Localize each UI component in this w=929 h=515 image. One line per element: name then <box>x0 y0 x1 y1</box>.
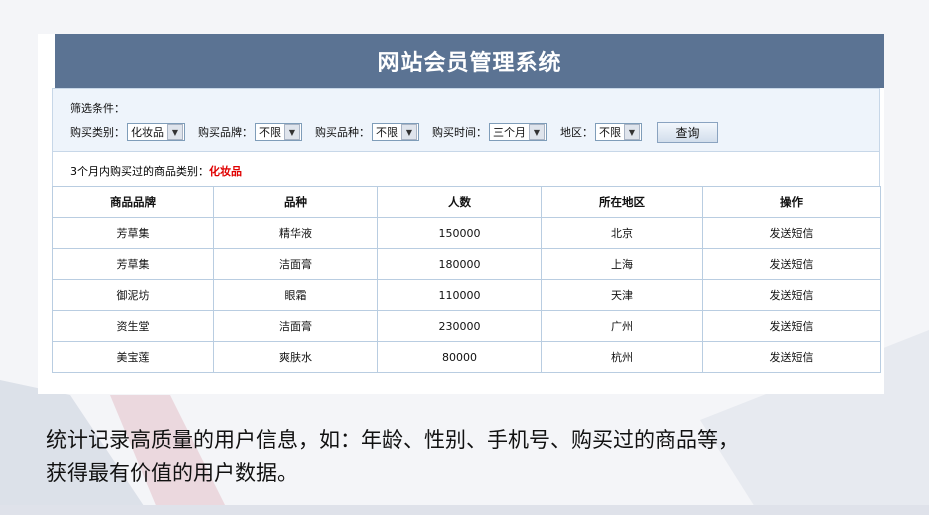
count-cell: 80000 <box>377 341 542 373</box>
variety-cell: 洁面膏 <box>213 310 378 342</box>
brand-cell: 美宝莲 <box>52 341 214 373</box>
caption-text: 统计记录高质量的用户信息，如：年龄、性别、手机号、购买过的商品等， 获得最有价值… <box>46 424 906 490</box>
time-label: 购买时间： <box>432 126 487 139</box>
caption-line-2: 获得最有价值的用户数据。 <box>46 461 298 485</box>
count-cell: 110000 <box>377 279 542 311</box>
brand-cell: 芳草集 <box>52 248 214 280</box>
table-row: 美宝莲 爽肤水 80000 杭州 发送短信 <box>52 341 881 373</box>
column-header: 人数 <box>377 186 542 218</box>
summary-label: 3个月内购买过的商品类别： <box>70 165 209 178</box>
region-cell: 广州 <box>541 310 703 342</box>
variety-value: 不限 <box>376 126 398 139</box>
variety-label: 购买品种： <box>315 126 370 139</box>
table-row: 芳草集 洁面膏 180000 上海 发送短信 <box>52 248 881 280</box>
region-cell: 天津 <box>541 279 703 311</box>
table-header-row: 商品品牌 品种 人数 所在地区 操作 <box>52 186 881 218</box>
member-table: 商品品牌 品种 人数 所在地区 操作 芳草集 精华液 150000 北京 发送短… <box>52 186 881 373</box>
chevron-down-icon[interactable]: ▼ <box>167 124 183 140</box>
filter-row: 购买类别： 化妆品 ▼ 购买品牌： 不限 ▼ 购买品种： 不限 ▼ 购买时间： … <box>70 121 718 143</box>
filter-heading: 筛选条件： <box>70 102 125 115</box>
category-label: 购买类别： <box>70 126 125 139</box>
region-value: 不限 <box>599 126 621 139</box>
table-row: 御泥坊 眼霜 110000 天津 发送短信 <box>52 279 881 311</box>
count-cell: 180000 <box>377 248 542 280</box>
summary-line: 3个月内购买过的商品类别：化妆品 <box>52 152 880 186</box>
send-sms-link[interactable]: 发送短信 <box>702 279 881 311</box>
brand-cell: 资生堂 <box>52 310 214 342</box>
region-cell: 北京 <box>541 217 703 249</box>
table-row: 芳草集 精华液 150000 北京 发送短信 <box>52 217 881 249</box>
variety-cell: 眼霜 <box>213 279 378 311</box>
send-sms-link[interactable]: 发送短信 <box>702 217 881 249</box>
brand-label: 购买品牌： <box>198 126 253 139</box>
region-label: 地区： <box>560 126 593 139</box>
chevron-down-icon[interactable]: ▼ <box>529 124 545 140</box>
column-header: 所在地区 <box>541 186 703 218</box>
query-button[interactable]: 查询 <box>657 121 718 143</box>
variety-cell: 洁面膏 <box>213 248 378 280</box>
variety-cell: 爽肤水 <box>213 341 378 373</box>
member-panel: 网站会员管理系统 筛选条件： 购买类别： 化妆品 ▼ 购买品牌： 不限 ▼ 购买… <box>38 34 884 394</box>
send-sms-link[interactable]: 发送短信 <box>702 341 881 373</box>
send-sms-link[interactable]: 发送短信 <box>702 248 881 280</box>
region-cell: 杭州 <box>541 341 703 373</box>
count-cell: 150000 <box>377 217 542 249</box>
column-header: 操作 <box>702 186 881 218</box>
count-cell: 230000 <box>377 310 542 342</box>
app-title: 网站会员管理系统 <box>55 34 884 88</box>
chevron-down-icon[interactable]: ▼ <box>624 124 640 140</box>
variety-cell: 精华液 <box>213 217 378 249</box>
filter-panel: 筛选条件： 购买类别： 化妆品 ▼ 购买品牌： 不限 ▼ 购买品种： 不限 ▼ … <box>52 88 880 152</box>
time-value: 三个月 <box>493 126 526 139</box>
region-select[interactable]: 不限 ▼ <box>595 123 642 141</box>
time-select[interactable]: 三个月 ▼ <box>489 123 547 141</box>
category-select[interactable]: 化妆品 ▼ <box>127 123 185 141</box>
brand-select[interactable]: 不限 ▼ <box>255 123 302 141</box>
table-row: 资生堂 洁面膏 230000 广州 发送短信 <box>52 310 881 342</box>
category-value: 化妆品 <box>131 126 164 139</box>
chevron-down-icon[interactable]: ▼ <box>284 124 300 140</box>
summary-value: 化妆品 <box>209 165 242 178</box>
brand-value: 不限 <box>259 126 281 139</box>
variety-select[interactable]: 不限 ▼ <box>372 123 419 141</box>
region-cell: 上海 <box>541 248 703 280</box>
chevron-down-icon[interactable]: ▼ <box>401 124 417 140</box>
brand-cell: 芳草集 <box>52 217 214 249</box>
send-sms-link[interactable]: 发送短信 <box>702 310 881 342</box>
column-header: 品种 <box>213 186 378 218</box>
brand-cell: 御泥坊 <box>52 279 214 311</box>
caption-line-1: 统计记录高质量的用户信息，如：年龄、性别、手机号、购买过的商品等， <box>46 428 739 452</box>
column-header: 商品品牌 <box>52 186 214 218</box>
